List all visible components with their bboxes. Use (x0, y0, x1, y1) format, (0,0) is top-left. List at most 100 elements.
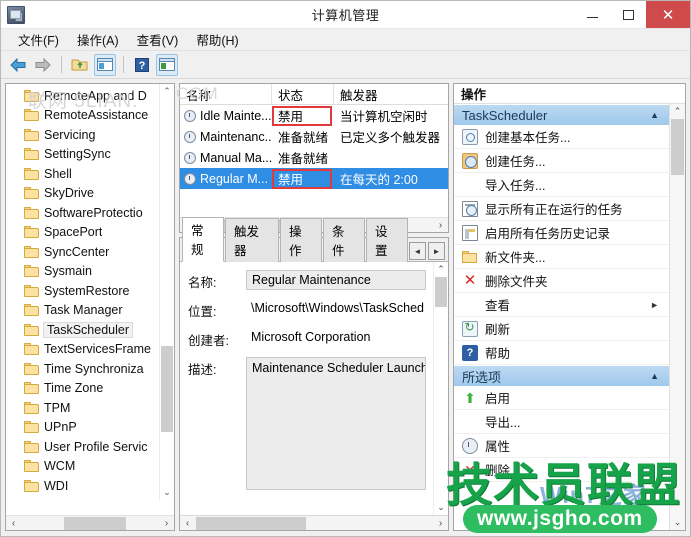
menu-help[interactable]: 帮助(H) (187, 28, 247, 51)
action-item[interactable]: 刷新 (454, 317, 669, 341)
tree-item-remoteapp-and-d[interactable]: RemoteApp and D (6, 86, 174, 106)
tree-item-textservicesframe[interactable]: TextServicesFrame (6, 340, 174, 360)
tree-item-label: SyncCenter (44, 244, 110, 259)
menu-file[interactable]: 文件(F) (9, 28, 68, 51)
folder-icon (24, 401, 39, 414)
tree-item-sysmain[interactable]: Sysmain (6, 262, 174, 282)
tree-item-upnp[interactable]: UPnP (6, 418, 174, 438)
tab-1[interactable]: 触发器 (225, 218, 279, 262)
actions-scroll-up-icon[interactable]: ⌃ (670, 104, 685, 119)
collapse-caret-icon[interactable]: ▲ (650, 371, 659, 381)
tree-item-synccenter[interactable]: SyncCenter (6, 242, 174, 262)
tab-prev-icon[interactable]: ◄ (409, 242, 426, 260)
detail-vertical-scrollbar[interactable]: ⌃ ⌄ (433, 262, 448, 515)
column-header-status[interactable]: 状态 (272, 84, 334, 104)
tree-item-user-profile-servic[interactable]: User Profile Servic (6, 437, 174, 457)
action-item[interactable]: 创建基本任务... (454, 125, 669, 149)
up-folder-icon[interactable] (69, 54, 91, 76)
tree-item-time-synchroniza[interactable]: Time Synchroniza (6, 359, 174, 379)
tree-item-wdi[interactable]: WDI (6, 476, 174, 496)
tab-3[interactable]: 条件 (323, 218, 365, 262)
tab-2[interactable]: 操作 (280, 218, 322, 262)
tab-next-icon[interactable]: ► (428, 242, 445, 260)
column-header-name[interactable]: 名称 (180, 84, 272, 104)
tree-item-taskscheduler[interactable]: TaskScheduler (6, 320, 174, 340)
tree-item-task-manager[interactable]: Task Manager (6, 301, 174, 321)
action-item[interactable]: ✕ 删除 (454, 458, 669, 482)
maximize-button[interactable] (610, 1, 646, 28)
actions-scroll-down-icon[interactable]: ⌄ (670, 515, 685, 530)
menu-action[interactable]: 操作(A) (68, 28, 128, 51)
tree-item-shell[interactable]: Shell (6, 164, 174, 184)
detail-scroll-right-icon[interactable]: › (433, 518, 448, 529)
actions-vertical-scrollbar[interactable]: ⌃ ⌄ (669, 104, 685, 530)
detail-scroll-left-icon[interactable]: ‹ (180, 518, 195, 529)
action-item[interactable]: 导出... (454, 410, 669, 434)
tree-item-label: RemoteAssistance (44, 108, 149, 123)
detail-horizontal-scrollbar[interactable]: ‹ › (180, 515, 448, 530)
tree-item-wcm[interactable]: WCM (6, 457, 174, 477)
table-row[interactable]: Manual Ma... 准备就绪 (180, 147, 448, 168)
action-item[interactable]: 查看 ► (454, 293, 669, 317)
collapse-caret-icon[interactable]: ▲ (650, 110, 659, 120)
detail-scroll-down-icon[interactable]: ⌄ (434, 500, 448, 515)
tree-item-time-zone[interactable]: Time Zone (6, 379, 174, 399)
tab-4[interactable]: 设置 (366, 218, 408, 262)
tree-scroll-up-icon[interactable]: ⌃ (160, 84, 174, 99)
table-row[interactable]: Maintenanc... 准备就绪 已定义多个触发器 (180, 126, 448, 147)
task-name-label: Regular M... (200, 171, 269, 186)
action-item[interactable]: 导入任务... (454, 173, 669, 197)
tree-scroll-area: RemoteApp and D RemoteAssistance Servicing… (6, 84, 174, 515)
action-item[interactable]: 新文件夹... (454, 245, 669, 269)
tree-vertical-scrollbar[interactable]: ⌃ ⌄ (159, 84, 174, 500)
forward-icon[interactable] (32, 54, 54, 76)
field-description-value[interactable]: Maintenance Scheduler Launch (246, 357, 426, 490)
tree-scroll-thumb[interactable] (161, 346, 173, 432)
action-item[interactable]: 属性 (454, 434, 669, 458)
field-location-label: 位置: (188, 305, 217, 319)
task-name-label: Maintenanc... (200, 129, 272, 144)
help-icon[interactable]: ? (131, 54, 153, 76)
actions-group-header[interactable]: TaskScheduler ▲ (454, 104, 669, 125)
actions-group-header[interactable]: 所选项 ▲ (454, 365, 669, 386)
tree-item-label: SystemRestore (44, 283, 130, 298)
tree-hscroll-thumb[interactable] (64, 517, 126, 530)
tasklist-scroll-right-icon[interactable]: › (433, 220, 448, 231)
tab-0[interactable]: 常规 (182, 217, 224, 262)
column-header-trigger[interactable]: 触发器 (334, 84, 448, 104)
action-item[interactable]: ✕ 删除文件夹 (454, 269, 669, 293)
action-item[interactable]: 创建任务... (454, 149, 669, 173)
show-hide-action-pane-icon[interactable] (156, 53, 178, 76)
tree-scroll-down-icon[interactable]: ⌄ (160, 485, 174, 500)
table-row[interactable]: Regular M... 禁用 在每天的 2:00 (180, 168, 448, 189)
tree-item-skydrive[interactable]: SkyDrive (6, 184, 174, 204)
tree-horizontal-scrollbar[interactable]: ‹ › (6, 515, 174, 530)
field-name-value[interactable]: Regular Maintenance (246, 270, 426, 290)
tree-item-settingsync[interactable]: SettingSync (6, 145, 174, 165)
back-icon[interactable] (7, 54, 29, 76)
detail-scroll-up-icon[interactable]: ⌃ (434, 262, 448, 277)
action-item[interactable]: ? 帮助 (454, 341, 669, 365)
field-name-row: 名称: Regular Maintenance (180, 270, 448, 291)
actions-scroll-thumb[interactable] (671, 119, 684, 175)
tree-item-softwareprotectio[interactable]: SoftwareProtectio (6, 203, 174, 223)
action-item-label: 删除 (485, 464, 511, 478)
tree-item-tpm[interactable]: TPM (6, 398, 174, 418)
action-item[interactable]: ⬆ 启用 (454, 386, 669, 410)
detail-hscroll-thumb[interactable] (196, 517, 306, 530)
tree-item-systemrestore[interactable]: SystemRestore (6, 281, 174, 301)
table-row[interactable]: Idle Mainte... 禁用 当计算机空闲时 (180, 105, 448, 126)
minimize-button[interactable] (574, 1, 610, 28)
detail-scroll-thumb[interactable] (435, 277, 447, 307)
tree-scroll-left-icon[interactable]: ‹ (6, 518, 21, 529)
field-location-value: \Microsoft\Windows\TaskSched (251, 301, 424, 315)
tree-item-remoteassistance[interactable]: RemoteAssistance (6, 106, 174, 126)
action-item[interactable]: 启用所有任务历史记录 (454, 221, 669, 245)
menu-view[interactable]: 查看(V) (128, 28, 188, 51)
action-item[interactable]: 显示所有正在运行的任务 (454, 197, 669, 221)
tree-item-spaceport[interactable]: SpacePort (6, 223, 174, 243)
show-hide-console-tree-icon[interactable] (94, 53, 116, 76)
tree-scroll-right-icon[interactable]: › (159, 518, 174, 529)
tree-item-servicing[interactable]: Servicing (6, 125, 174, 145)
close-button[interactable]: ✕ (646, 1, 690, 28)
